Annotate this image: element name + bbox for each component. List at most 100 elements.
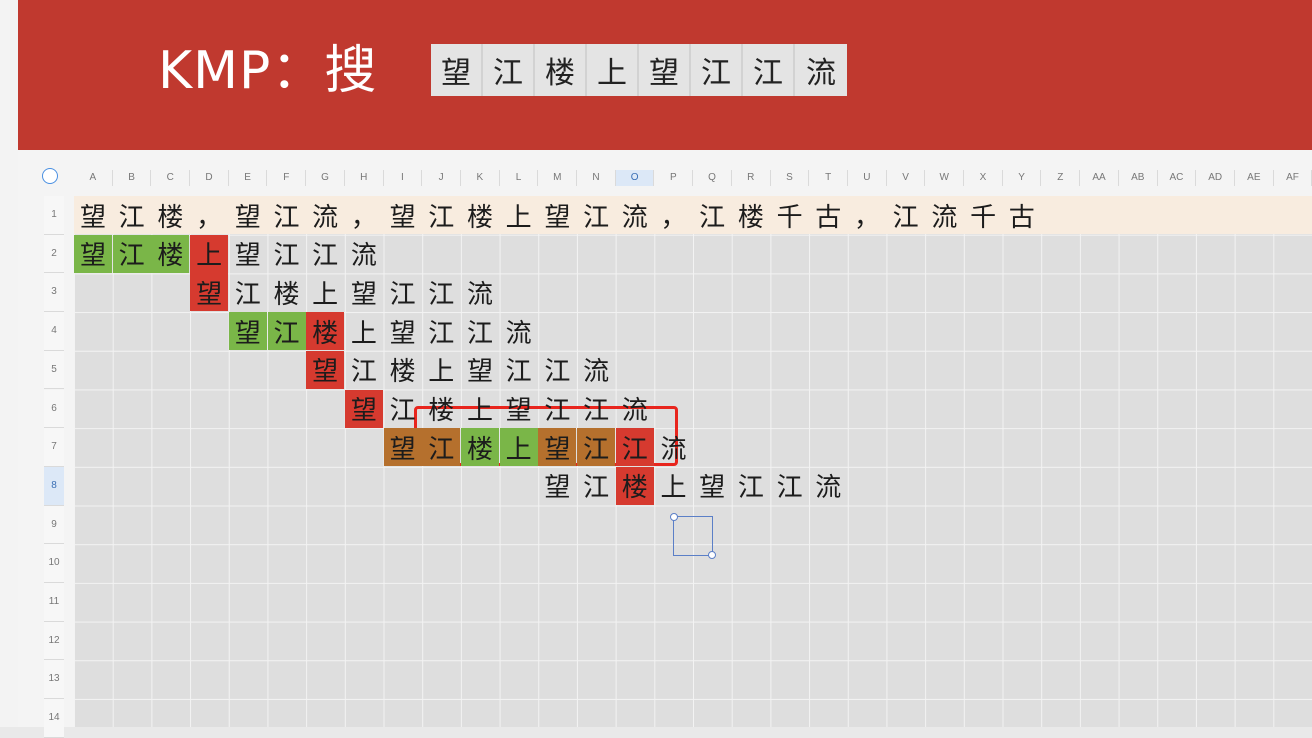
cell[interactable]: 望: [538, 467, 576, 505]
cell[interactable]: 楼: [461, 196, 499, 234]
spreadsheet[interactable]: A B C D E F G H I J K L M N O P Q R S T U V W X Y Z AA AB AC AD AE AF 1…: [18, 150, 1312, 738]
cell[interactable]: 楼: [732, 196, 770, 234]
cell[interactable]: 望: [461, 351, 499, 389]
cell[interactable]: 江: [422, 428, 461, 467]
cell[interactable]: ，: [655, 196, 693, 234]
cell[interactable]: 江: [229, 273, 267, 311]
column-header[interactable]: I: [384, 170, 423, 186]
cell[interactable]: 望: [74, 234, 112, 273]
column-header[interactable]: G: [306, 170, 345, 186]
column-header[interactable]: T: [809, 170, 848, 186]
cell[interactable]: 古: [809, 196, 847, 234]
cell[interactable]: 流: [500, 312, 538, 350]
cell[interactable]: 江: [113, 196, 151, 234]
column-header[interactable]: Z: [1042, 170, 1081, 186]
cell[interactable]: 流: [925, 196, 963, 234]
column-header[interactable]: A: [74, 170, 113, 186]
cell[interactable]: 流: [809, 467, 847, 505]
cell[interactable]: 楼: [384, 351, 422, 389]
cell[interactable]: 流: [461, 273, 499, 311]
cell[interactable]: 流: [616, 196, 654, 234]
cell[interactable]: 望: [500, 390, 538, 428]
cell[interactable]: ，: [345, 196, 383, 234]
cell[interactable]: 流: [577, 351, 615, 389]
cell[interactable]: 望: [538, 196, 576, 234]
cell[interactable]: 江: [268, 196, 306, 234]
cell[interactable]: 江: [577, 467, 615, 505]
cell[interactable]: 江: [577, 196, 615, 234]
cell[interactable]: 上: [655, 467, 693, 505]
column-header[interactable]: V: [887, 170, 926, 186]
row-header[interactable]: 4: [44, 312, 64, 351]
cell[interactable]: 江: [345, 351, 383, 389]
cell[interactable]: 望: [229, 196, 267, 234]
row-header[interactable]: 6: [44, 389, 64, 429]
selected-cell-O8[interactable]: [670, 513, 716, 559]
cell[interactable]: 望: [190, 273, 229, 312]
cell[interactable]: 上: [190, 234, 229, 273]
cell[interactable]: 望: [74, 196, 112, 234]
column-header[interactable]: Y: [1003, 170, 1042, 186]
cell[interactable]: 上: [499, 428, 538, 467]
row-header[interactable]: 14: [44, 699, 64, 738]
cell[interactable]: 流: [306, 196, 344, 234]
column-header[interactable]: AE: [1235, 170, 1274, 186]
cell[interactable]: 望: [228, 312, 267, 351]
cell[interactable]: 楼: [306, 312, 345, 351]
column-header[interactable]: J: [422, 170, 461, 186]
column-header[interactable]: F: [268, 170, 307, 186]
cell-grid[interactable]: 望江楼，望江流，望江楼上望江流，江楼千古，江流千古望江楼上望江江流望江楼上望江江…: [74, 196, 1312, 727]
column-header[interactable]: K: [461, 170, 500, 186]
cell[interactable]: 流: [345, 235, 383, 273]
cell[interactable]: 千: [964, 196, 1002, 234]
column-header[interactable]: W: [925, 170, 965, 186]
row-header[interactable]: 5: [44, 350, 64, 390]
cell[interactable]: 楼: [151, 234, 190, 273]
row-header[interactable]: 8: [44, 466, 64, 506]
cell[interactable]: 江: [422, 196, 460, 234]
row-header[interactable]: 9: [44, 505, 64, 545]
column-header[interactable]: N: [577, 170, 616, 186]
column-header[interactable]: M: [538, 170, 578, 186]
cell[interactable]: 江: [577, 390, 615, 428]
cell[interactable]: 流: [616, 390, 654, 428]
cell[interactable]: 楼: [461, 428, 499, 467]
cell[interactable]: 江: [887, 196, 925, 234]
cell[interactable]: 楼: [151, 196, 189, 234]
cell[interactable]: 古: [1003, 196, 1041, 234]
column-header[interactable]: B: [113, 170, 152, 186]
cell[interactable]: 江: [693, 196, 731, 234]
cell[interactable]: 江: [771, 467, 809, 505]
cell[interactable]: 江: [732, 467, 770, 505]
cell[interactable]: 望: [538, 428, 577, 467]
cell[interactable]: 江: [615, 428, 654, 467]
cell[interactable]: 望: [306, 350, 345, 389]
column-header[interactable]: S: [771, 170, 810, 186]
row-header[interactable]: 11: [44, 583, 64, 622]
row-header[interactable]: 12: [44, 621, 64, 661]
column-header[interactable]: H: [345, 170, 384, 186]
cell[interactable]: ，: [190, 196, 228, 234]
cell[interactable]: 上: [422, 351, 460, 389]
row-header[interactable]: 1: [44, 196, 64, 235]
cell[interactable]: 望: [384, 312, 422, 350]
column-header[interactable]: AD: [1196, 170, 1235, 186]
cell[interactable]: 望: [383, 428, 422, 467]
cell[interactable]: 楼: [268, 273, 306, 311]
cell[interactable]: 江: [577, 428, 616, 467]
cell[interactable]: 江: [268, 235, 306, 273]
row-header[interactable]: 7: [44, 428, 64, 467]
column-header[interactable]: X: [964, 170, 1003, 186]
column-header[interactable]: P: [655, 170, 694, 186]
column-header[interactable]: AC: [1158, 170, 1197, 186]
cell[interactable]: 上: [461, 390, 499, 428]
cell[interactable]: 楼: [422, 390, 460, 428]
selection-handle[interactable]: [670, 513, 678, 521]
cell[interactable]: 望: [229, 235, 267, 273]
cell[interactable]: 上: [345, 312, 383, 350]
column-header[interactable]: R: [732, 170, 771, 186]
column-header[interactable]: O: [615, 170, 655, 186]
cell[interactable]: ，: [848, 196, 886, 234]
row-header[interactable]: 2: [44, 234, 64, 274]
cell[interactable]: 江: [112, 234, 151, 273]
